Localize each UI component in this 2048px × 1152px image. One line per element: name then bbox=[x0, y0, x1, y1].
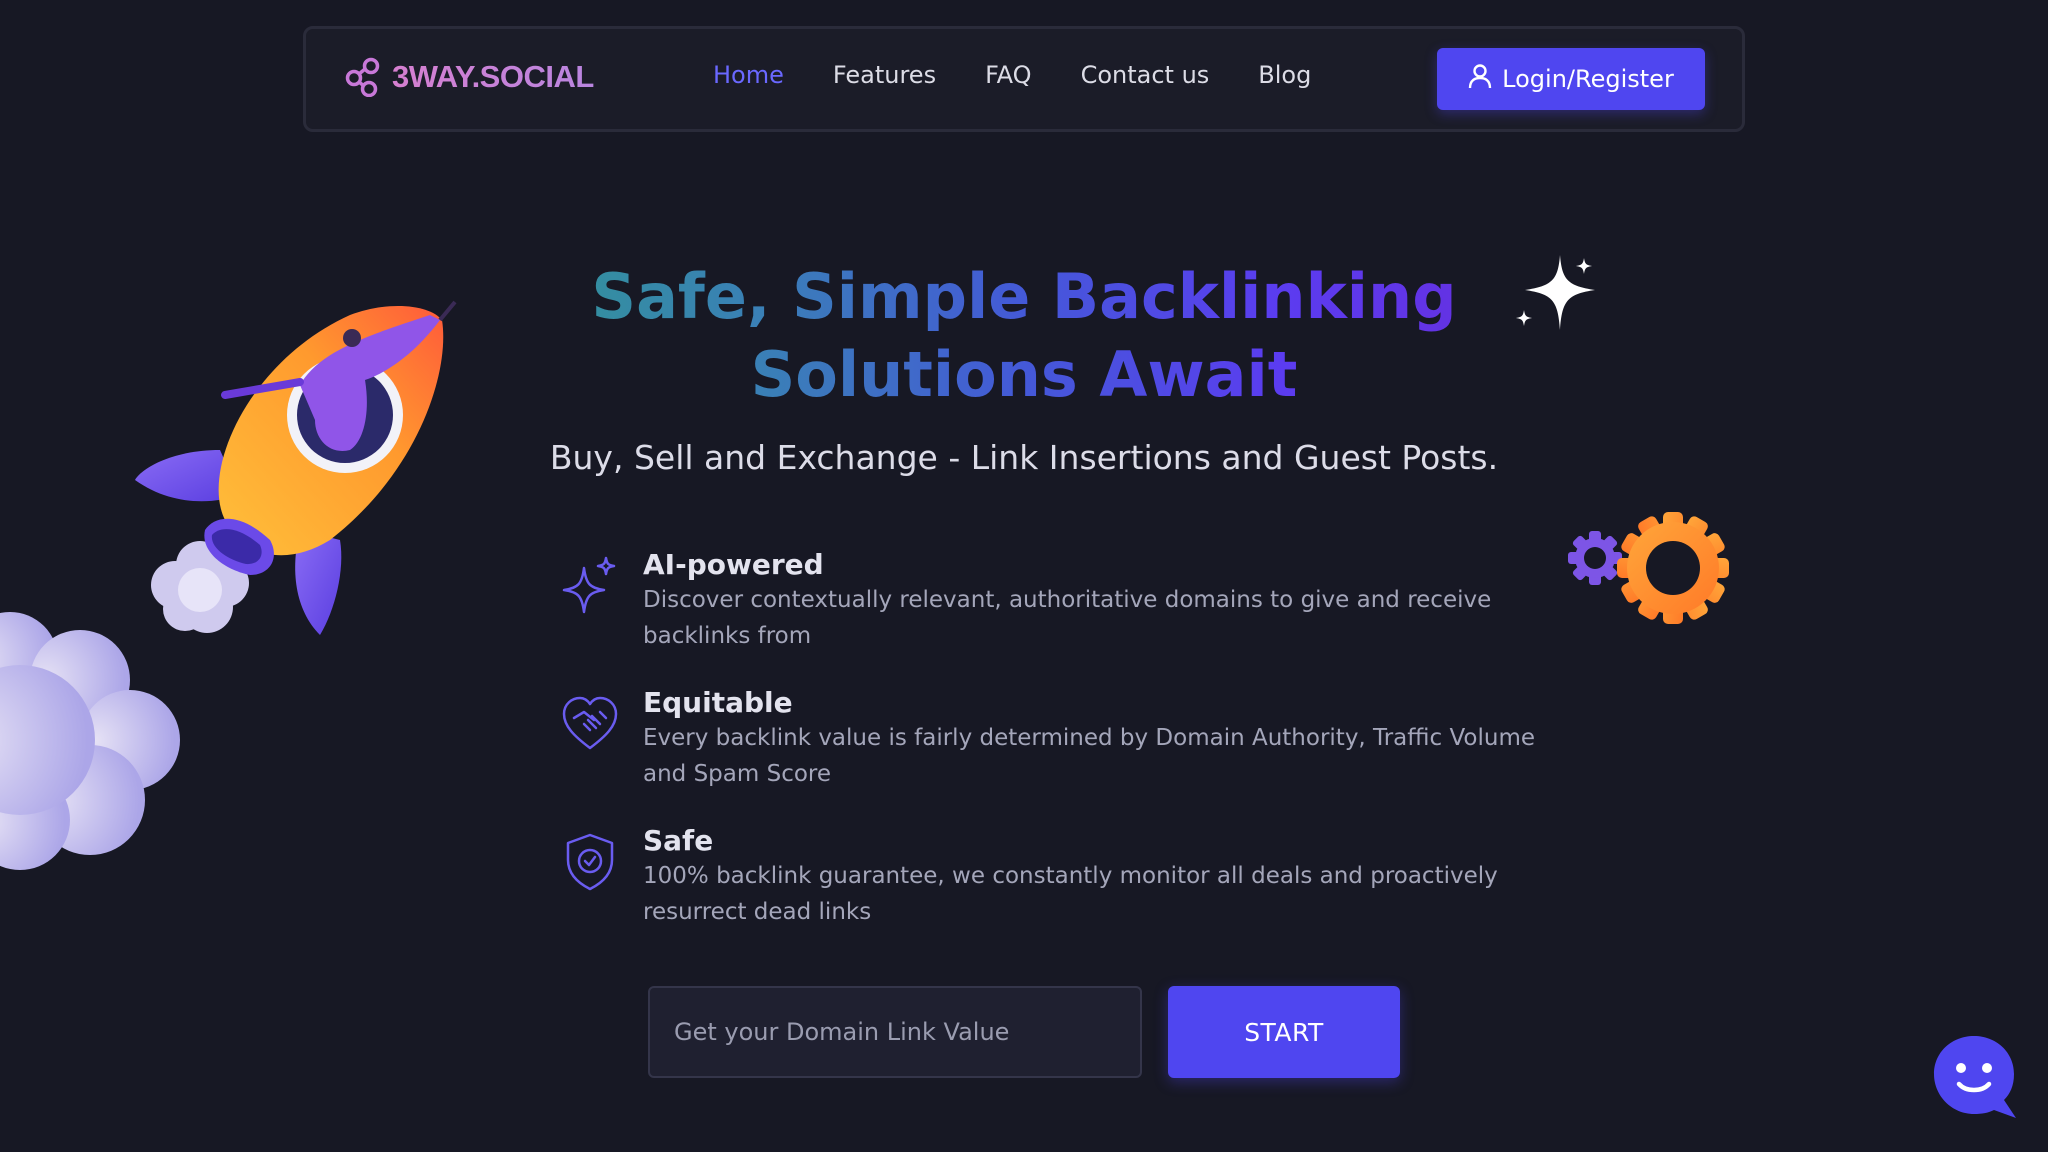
nav-link-features[interactable]: Features bbox=[833, 61, 936, 89]
feature-description: Discover contextually relevant, authorit… bbox=[643, 587, 1492, 649]
start-button[interactable]: START bbox=[1168, 986, 1400, 1078]
feature-list: AI-powered Discover contextually relevan… bbox=[560, 548, 1570, 962]
nav-link-blog[interactable]: Blog bbox=[1258, 61, 1311, 89]
brand-name: 3WAY.SOCIAL bbox=[392, 59, 594, 94]
feature-title: Safe bbox=[643, 824, 714, 857]
chat-smile-icon bbox=[1934, 1036, 2016, 1118]
brand-logo[interactable]: 3WAY.SOCIAL bbox=[344, 57, 594, 97]
hero-title: Safe, Simple Backlinking Solutions Await bbox=[440, 258, 1608, 414]
nav-link-faq[interactable]: FAQ bbox=[985, 61, 1032, 89]
feature-description: Every backlink value is fairly determine… bbox=[643, 725, 1536, 787]
sparkle-icon bbox=[560, 556, 620, 616]
nav-link-home[interactable]: Home bbox=[713, 61, 784, 89]
feature-description: 100% backlink guarantee, we constantly m… bbox=[643, 863, 1498, 925]
nav-link-contact[interactable]: Contact us bbox=[1081, 61, 1210, 89]
user-icon bbox=[1468, 63, 1492, 95]
domain-input[interactable] bbox=[648, 986, 1142, 1078]
shield-check-icon bbox=[560, 832, 620, 892]
feature-item-ai-powered: AI-powered Discover contextually relevan… bbox=[560, 548, 1570, 654]
feature-title: AI-powered bbox=[643, 548, 824, 581]
hero-subtitle: Buy, Sell and Exchange - Link Insertions… bbox=[549, 438, 1499, 477]
feature-item-equitable: Equitable Every backlink value is fairly… bbox=[560, 686, 1570, 792]
login-register-button[interactable]: Login/Register bbox=[1437, 48, 1705, 110]
share-nodes-icon bbox=[344, 57, 382, 97]
login-register-label: Login/Register bbox=[1502, 65, 1674, 93]
feature-item-safe: Safe 100% backlink guarantee, we constan… bbox=[560, 824, 1570, 930]
rocket-illustration bbox=[135, 300, 457, 635]
top-navbar: 3WAY.SOCIAL Home Features FAQ Contact us… bbox=[303, 26, 1745, 132]
nav-menu: Home Features FAQ Contact us Blog bbox=[713, 61, 1360, 89]
gears-illustration bbox=[1568, 512, 1729, 624]
feature-title: Equitable bbox=[643, 686, 793, 719]
chat-widget-button[interactable] bbox=[1932, 1034, 2018, 1120]
heart-handshake-icon bbox=[560, 694, 620, 754]
